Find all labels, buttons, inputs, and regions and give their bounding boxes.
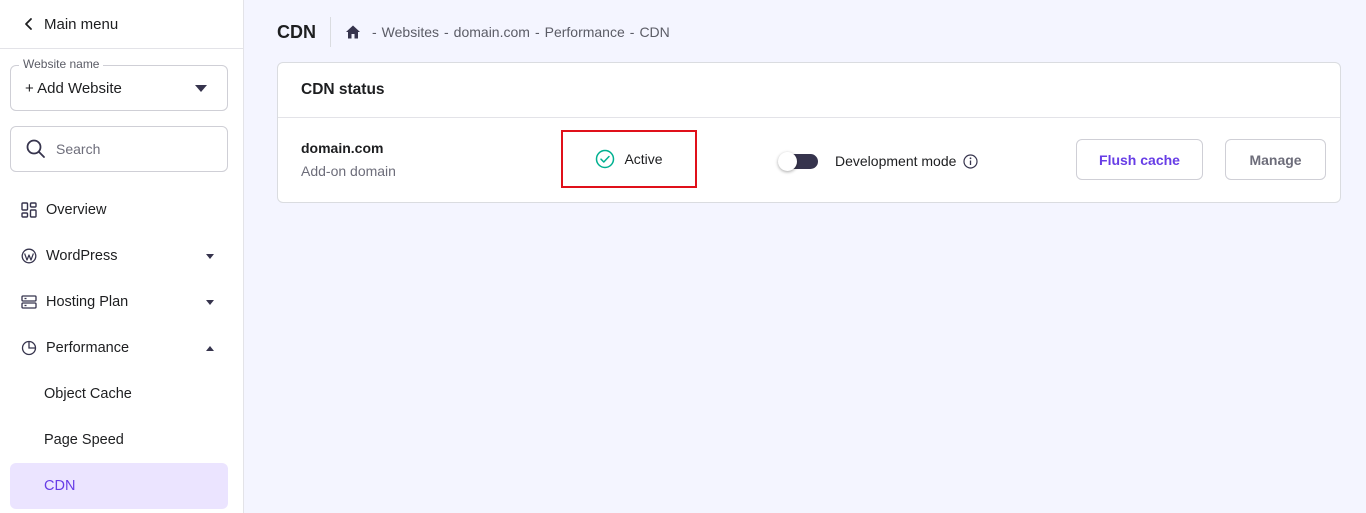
wordpress-icon: [20, 247, 38, 265]
sidebar-search: [10, 126, 228, 172]
manage-button[interactable]: Manage: [1225, 139, 1326, 180]
sidebar-item-label: Object Cache: [44, 386, 132, 402]
caret-down-icon: [206, 253, 214, 259]
page-title: CDN: [277, 21, 316, 42]
cdn-status-indicator: Active: [561, 130, 697, 188]
pie-chart-icon: [20, 339, 38, 357]
development-mode-label: Development mode: [835, 153, 957, 169]
breadcrumb-cdn: CDN: [639, 24, 670, 40]
breadcrumb-separator: -: [444, 24, 449, 40]
card-title: CDN status: [278, 63, 1340, 118]
breadcrumb: - Websites - domain.com - Performance - …: [345, 24, 670, 40]
flush-cache-button[interactable]: Flush cache: [1076, 139, 1203, 180]
caret-down-icon: [195, 84, 207, 92]
info-icon[interactable]: [963, 154, 978, 169]
header-divider: [330, 17, 331, 47]
cdn-status-card: CDN status domain.com Add-on domain Acti…: [277, 62, 1341, 203]
back-label: Main menu: [44, 15, 119, 33]
breadcrumb-separator: -: [629, 24, 635, 40]
breadcrumb-websites[interactable]: Websites: [382, 24, 439, 40]
breadcrumb-separator: -: [534, 24, 540, 40]
sidebar-item-label: Performance: [46, 340, 130, 356]
search-input[interactable]: [56, 141, 206, 157]
sidebar-item-label: Page Speed: [44, 432, 124, 448]
breadcrumb-performance[interactable]: Performance: [545, 24, 625, 40]
sidebar-item-wordpress[interactable]: WordPress: [10, 233, 228, 279]
caret-down-icon: [206, 299, 214, 305]
page-header: CDN - Websites - domain.com - Performanc…: [277, 17, 670, 47]
sidebar-item-object-cache[interactable]: Object Cache: [10, 371, 228, 417]
sidebar-item-performance[interactable]: Performance: [10, 325, 228, 371]
sidebar-item-label: Overview: [46, 202, 107, 218]
app-root: Main menu Website name + Add Website Sea…: [0, 0, 1366, 513]
sidebar-item-label: CDN: [44, 478, 76, 494]
chevron-left-icon: [25, 18, 32, 30]
status-label: Active: [624, 151, 663, 167]
website-select[interactable]: Website name + Add Website: [10, 57, 228, 111]
website-select-value: + Add Website: [25, 79, 122, 97]
back-to-main-menu[interactable]: Main menu: [0, 0, 243, 49]
sidebar-item-page-speed[interactable]: Page Speed: [10, 417, 228, 463]
overview-grid-icon: [20, 201, 38, 219]
server-icon: [20, 293, 38, 311]
development-mode-toggle[interactable]: [778, 152, 818, 171]
website-select-legend: Website name: [19, 57, 104, 71]
check-circle-icon: [596, 149, 615, 169]
home-icon[interactable]: [345, 24, 361, 40]
sidebar-item-label: WordPress: [46, 248, 118, 264]
domain-name: domain.com: [301, 140, 384, 156]
domain-type: Add-on domain: [301, 163, 396, 179]
breadcrumb-separator: -: [372, 24, 377, 40]
sidebar-item-label: Hosting Plan: [46, 294, 129, 310]
sidebar: Main menu Website name + Add Website Sea…: [0, 0, 244, 513]
cdn-domain-row: domain.com Add-on domain Active Developm…: [278, 118, 1340, 203]
search-icon: [26, 139, 45, 158]
caret-up-icon: [206, 345, 214, 351]
sidebar-item-hosting-plan[interactable]: Hosting Plan: [10, 279, 228, 325]
sidebar-item-cdn[interactable]: CDN: [10, 463, 228, 509]
toggle-knob: [778, 152, 797, 171]
breadcrumb-domain[interactable]: domain.com: [454, 24, 530, 40]
sidebar-item-overview[interactable]: Overview: [10, 187, 228, 233]
